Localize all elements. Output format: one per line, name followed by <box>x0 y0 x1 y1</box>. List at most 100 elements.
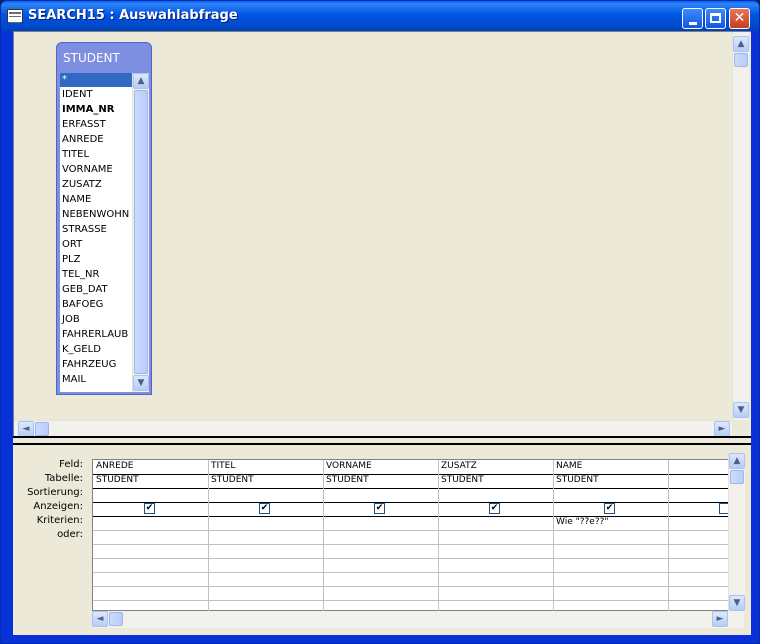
field-list-item[interactable]: IMMA_NR <box>62 103 114 117</box>
field-list-scrollbar[interactable]: ▲ ▼ <box>132 73 149 392</box>
window-title: SEARCH15 : Auswahlabfrage <box>28 8 238 23</box>
grid-cell-feld[interactable]: ANREDE <box>93 460 133 473</box>
grid-cell-feld[interactable]: TITEL <box>208 460 235 473</box>
row-label-kriterien: Kriterien: <box>36 515 83 526</box>
scroll-up-button[interactable]: ▲ <box>729 453 745 469</box>
grid-row-divider <box>93 516 745 517</box>
scroll-thumb[interactable] <box>35 422 49 436</box>
scroll-thumb[interactable] <box>134 90 148 374</box>
grid-cell-feld[interactable]: ZUSATZ <box>438 460 477 473</box>
scroll-down-icon: ▼ <box>137 378 145 388</box>
grid-row-divider <box>93 586 745 587</box>
minimize-button[interactable] <box>682 8 703 29</box>
table-pane-vscroll[interactable]: ▲ ▼ <box>732 32 749 420</box>
title-bar[interactable]: SEARCH15 : Auswahlabfrage ✕ <box>1 1 759 31</box>
grid-column-divider <box>668 460 669 612</box>
show-checkbox[interactable]: ✔ <box>144 503 155 514</box>
show-checkbox[interactable]: ✔ <box>259 503 270 514</box>
scroll-right-icon: ► <box>718 424 726 434</box>
field-list-student[interactable]: STUDENT * IDENT IMMA_NR ERFASST ANREDE TITEL V… <box>56 42 152 395</box>
field-list-item[interactable]: VORNAME <box>62 163 113 177</box>
grid-cell-feld[interactable]: VORNAME <box>323 460 372 473</box>
field-list-item[interactable]: PLZ <box>62 253 80 267</box>
scroll-right-button[interactable]: ► <box>712 611 728 627</box>
scroll-up-button[interactable]: ▲ <box>733 36 749 52</box>
table-pane: STUDENT * IDENT IMMA_NR ERFASST ANREDE TITEL V… <box>13 31 751 437</box>
close-button[interactable]: ✕ <box>729 8 750 29</box>
scroll-up-icon: ▲ <box>137 76 145 86</box>
scroll-down-button[interactable]: ▼ <box>133 375 149 391</box>
scroll-down-button[interactable]: ▼ <box>733 402 749 418</box>
field-list-item[interactable]: JOB <box>62 313 80 327</box>
show-checkbox[interactable]: ✔ <box>489 503 500 514</box>
scroll-thumb[interactable] <box>730 470 744 484</box>
grid-cell-feld[interactable]: NAME <box>553 460 582 473</box>
grid-row-divider <box>93 530 745 531</box>
table-pane-hscroll[interactable]: ◄ ► <box>14 420 732 437</box>
row-label-sortierung: Sortierung: <box>27 487 83 498</box>
row-label-tabelle: Tabelle: <box>44 473 83 484</box>
close-icon: ✕ <box>733 10 746 26</box>
field-list-item[interactable]: IDENT <box>62 88 93 102</box>
grid-row-divider <box>93 474 745 475</box>
grid-hscroll[interactable]: ◄ ► <box>92 611 744 628</box>
grid-row-divider <box>93 558 745 559</box>
field-list-item[interactable]: TITEL <box>62 148 89 162</box>
minimize-icon <box>689 22 697 25</box>
maximize-icon <box>710 13 721 23</box>
field-list-item[interactable]: ZUSATZ <box>62 178 102 192</box>
grid-row-divider <box>93 502 745 503</box>
row-label-oder: oder: <box>57 529 83 540</box>
maximize-button[interactable] <box>705 8 726 29</box>
scroll-left-icon: ◄ <box>96 614 104 624</box>
field-list-item[interactable]: ORT <box>62 238 82 252</box>
field-list-item[interactable]: FAHRZEUG <box>62 358 116 372</box>
design-grid[interactable]: ANREDE STUDENT ✔ TITEL STUDENT ✔ VORNAME STUDEN… <box>92 459 745 612</box>
scroll-right-icon: ► <box>716 614 724 624</box>
grid-cell-tabelle[interactable]: STUDENT <box>93 474 139 487</box>
scroll-down-icon: ▼ <box>733 598 741 608</box>
grid-cell-tabelle[interactable]: STUDENT <box>553 474 599 487</box>
scroll-up-button[interactable]: ▲ <box>133 73 149 89</box>
row-label-anzeigen: Anzeigen: <box>33 501 83 512</box>
field-list-item[interactable]: * <box>60 73 132 87</box>
field-list-item[interactable]: K_GELD <box>62 343 101 357</box>
scroll-up-icon: ▲ <box>737 39 745 49</box>
grid-row-divider <box>93 488 745 489</box>
scroll-left-icon: ◄ <box>22 424 30 434</box>
grid-row-divider <box>93 600 745 601</box>
field-list-item[interactable]: ANREDE <box>62 133 104 147</box>
field-list-item[interactable]: TEL_NR <box>62 268 99 282</box>
field-list-item[interactable]: ERFASST <box>62 118 106 132</box>
scroll-left-button[interactable]: ◄ <box>92 611 108 627</box>
field-list-item[interactable]: FAHRERLAUB <box>62 328 128 342</box>
pane-splitter[interactable] <box>13 436 751 445</box>
query-window: SEARCH15 : Auswahlabfrage ✕ STUDENT * IDE… <box>0 0 760 644</box>
scroll-thumb[interactable] <box>109 612 123 626</box>
grid-vscroll[interactable]: ▲ ▼ <box>728 453 745 611</box>
grid-cell-tabelle[interactable]: STUDENT <box>208 474 254 487</box>
grid-row-divider <box>93 572 745 573</box>
field-list-item[interactable]: STRASSE <box>62 223 107 237</box>
show-checkbox[interactable]: ✔ <box>374 503 385 514</box>
scroll-down-button[interactable]: ▼ <box>729 595 745 611</box>
field-list-title[interactable]: STUDENT <box>63 51 120 65</box>
design-grid-pane: Feld: Tabelle: Sortierung: Anzeigen: Kri… <box>13 445 751 635</box>
scroll-left-button[interactable]: ◄ <box>18 421 34 437</box>
grid-cell-tabelle[interactable]: STUDENT <box>323 474 369 487</box>
grid-row-divider <box>93 544 745 545</box>
scroll-up-icon: ▲ <box>733 456 741 466</box>
grid-cell-kriterien[interactable]: Wie "??e??" <box>553 516 609 529</box>
field-list-item[interactable]: NEBENWOHN <box>62 208 129 222</box>
query-icon <box>7 9 23 23</box>
scroll-thumb[interactable] <box>734 53 748 67</box>
field-list-item[interactable]: NAME <box>62 193 91 207</box>
show-checkbox[interactable]: ✔ <box>604 503 615 514</box>
scroll-right-button[interactable]: ► <box>714 421 730 437</box>
field-list-item[interactable]: BAFOEG <box>62 298 103 312</box>
field-list-item[interactable]: MAIL <box>62 373 86 387</box>
field-list-item[interactable]: GEB_DAT <box>62 283 108 297</box>
scroll-down-icon: ▼ <box>737 405 745 415</box>
row-label-feld: Feld: <box>59 459 83 470</box>
grid-cell-tabelle[interactable]: STUDENT <box>438 474 484 487</box>
